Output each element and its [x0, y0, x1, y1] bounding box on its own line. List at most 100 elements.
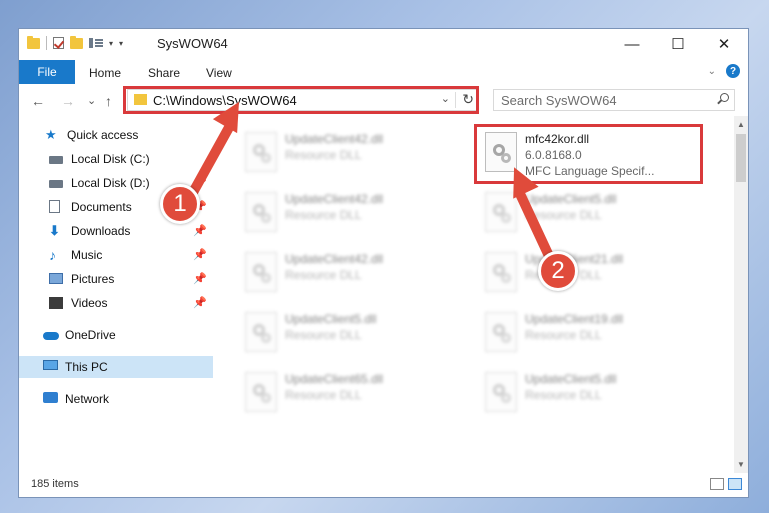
sidebar-item-onedrive[interactable]: OneDrive	[19, 324, 213, 346]
sidebar-item-this-pc[interactable]: This PC	[19, 356, 213, 378]
file-tile[interactable]: UpdateClient42.dll Resource DLL	[237, 188, 467, 244]
sidebar-item-videos[interactable]: Videos 📌	[19, 292, 213, 314]
file-type: Resource DLL	[525, 328, 602, 342]
new-folder-icon[interactable]	[70, 35, 83, 49]
sidebar-item-label: Network	[65, 392, 110, 406]
sidebar-item-network[interactable]: Network	[19, 388, 213, 410]
sidebar-item-music[interactable]: ♪ Music 📌	[19, 244, 213, 266]
tab-file[interactable]: File	[19, 60, 75, 84]
file-name: UpdateClient19.dll	[525, 312, 624, 326]
ribbon-tabs: File Home Share View ⌄ ?	[19, 59, 748, 86]
sidebar-item-label: Quick access	[67, 128, 139, 142]
music-note-icon: ♪	[49, 247, 56, 263]
computer-icon	[43, 360, 59, 374]
tab-view[interactable]: View	[206, 66, 232, 80]
file-name: UpdateClient42.dll	[285, 132, 384, 146]
forward-button[interactable]: →	[61, 93, 75, 109]
pin-icon[interactable]: 📌	[193, 248, 207, 261]
dll-file-icon	[245, 132, 277, 172]
sidebar-item-label: This PC	[65, 360, 108, 374]
file-type: Resource DLL	[285, 148, 362, 162]
scrollbar-thumb[interactable]	[736, 134, 746, 182]
dll-file-icon	[245, 192, 277, 232]
sidebar-item-quick-access[interactable]: ★ Quick access	[19, 124, 213, 146]
folder-icon	[27, 35, 40, 49]
step-badge-2: 2	[538, 251, 578, 291]
file-type: Resource DLL	[285, 388, 362, 402]
expand-ribbon-icon[interactable]: ⌄	[708, 66, 716, 77]
file-tile[interactable]: UpdateClient5.dll Resource DLL	[477, 368, 707, 424]
search-input[interactable]: Search SysWOW64	[493, 89, 735, 111]
title-bar: ▾ ▾ SysWOW64 — ☐ ✕	[19, 29, 748, 59]
recent-locations-button[interactable]: ⌄	[87, 94, 96, 107]
file-name: UpdateClient42.dll	[285, 252, 384, 266]
tab-share[interactable]: Share	[148, 66, 180, 80]
tiles-view-icon[interactable]	[728, 478, 742, 490]
item-count: 185 items	[31, 478, 79, 490]
document-icon	[49, 200, 65, 214]
quick-access-toolbar: ▾ ▾	[27, 35, 123, 50]
sidebar-item-label: Pictures	[71, 272, 115, 286]
drive-icon	[49, 176, 65, 190]
file-tile[interactable]: UpdateClient65.dll Resource DLL	[237, 368, 467, 424]
drive-icon	[49, 152, 65, 166]
properties-check-icon[interactable]	[53, 37, 64, 49]
file-tile[interactable]: UpdateClient19.dll Resource DLL	[477, 308, 707, 364]
sidebar-item-label: Local Disk (C:)	[71, 152, 150, 166]
up-button[interactable]: ↑	[105, 93, 112, 109]
video-icon	[49, 296, 65, 310]
network-icon	[43, 392, 59, 406]
file-name: UpdateClient5.dll	[525, 192, 617, 206]
pin-icon[interactable]: 📌	[193, 272, 207, 285]
pin-icon[interactable]: 📌	[193, 296, 207, 309]
cloud-icon	[43, 328, 59, 342]
dll-file-icon	[245, 372, 277, 412]
file-name: UpdateClient5.dll	[285, 312, 377, 326]
customize-toolbar-icon[interactable]	[89, 37, 103, 49]
dll-file-icon	[485, 372, 517, 412]
dll-file-icon	[485, 252, 517, 292]
sidebar-item-pictures[interactable]: Pictures 📌	[19, 268, 213, 290]
close-button[interactable]: ✕	[701, 29, 747, 59]
sidebar-item-label: Videos	[71, 296, 108, 310]
maximize-button[interactable]: ☐	[655, 29, 701, 59]
sidebar-item-label: Local Disk (D:)	[71, 176, 150, 190]
file-name: UpdateClient65.dll	[285, 372, 384, 386]
file-tile[interactable]: UpdateClient42.dll Resource DLL	[237, 248, 467, 304]
file-type: Resource DLL	[285, 208, 362, 222]
help-icon[interactable]: ?	[726, 64, 740, 78]
file-tile[interactable]: UpdateClient42.dll Resource DLL	[237, 128, 467, 184]
dll-file-icon	[245, 312, 277, 352]
back-button[interactable]: ←	[31, 93, 45, 109]
dll-file-icon	[245, 252, 277, 292]
sidebar-item-label: Music	[71, 248, 103, 262]
file-type: Resource DLL	[525, 388, 602, 402]
scroll-up-icon[interactable]: ▲	[737, 120, 745, 129]
sidebar-item-label: OneDrive	[65, 328, 116, 342]
file-name: UpdateClient5.dll	[525, 372, 617, 386]
minimize-button[interactable]: —	[609, 29, 655, 59]
file-name: UpdateClient42.dll	[285, 192, 384, 206]
dll-file-icon	[485, 312, 517, 352]
step-badge-1: 1	[160, 184, 200, 224]
scroll-down-icon[interactable]: ▼	[737, 460, 745, 469]
file-tile[interactable]: UpdateClient5.dll Resource DLL	[237, 308, 467, 364]
status-bar: 185 items	[19, 473, 748, 497]
star-icon: ★	[45, 127, 57, 142]
search-icon[interactable]	[718, 93, 729, 103]
file-tile[interactable]: UpdateClient21.dll Resource DLL	[477, 248, 707, 304]
file-type: Resource DLL	[285, 268, 362, 282]
download-arrow-icon: ⬇	[49, 223, 60, 238]
chevron-down-icon[interactable]: ▾	[109, 39, 113, 48]
sidebar-item-label: Downloads	[71, 224, 131, 238]
sidebar-item-local-disk-c[interactable]: Local Disk (C:)	[19, 148, 213, 170]
toolbar-dropdown-icon[interactable]: ▾	[119, 39, 123, 48]
pin-icon[interactable]: 📌	[193, 224, 207, 237]
vertical-scrollbar[interactable]: ▲ ▼	[734, 116, 748, 473]
picture-icon	[49, 272, 65, 286]
details-view-icon[interactable]	[710, 478, 724, 490]
navigation-pane: ★ Quick access Local Disk (C:) Local Dis…	[19, 124, 213, 469]
address-highlight-box	[123, 86, 479, 114]
sidebar-item-label: Documents	[71, 200, 132, 214]
tab-home[interactable]: Home	[89, 66, 121, 80]
